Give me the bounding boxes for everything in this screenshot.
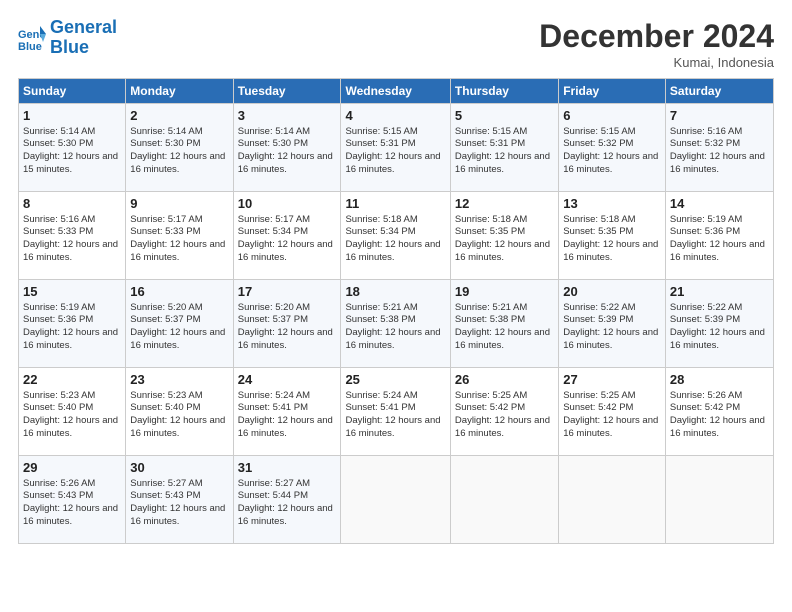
day-number: 11	[345, 195, 445, 213]
logo-text-line2: Blue	[50, 38, 117, 58]
day-cell: 2Sunrise: 5:14 AMSunset: 5:30 PMDaylight…	[126, 104, 233, 192]
day-cell: 6Sunrise: 5:15 AMSunset: 5:32 PMDaylight…	[559, 104, 666, 192]
day-number: 7	[670, 107, 769, 125]
day-number: 17	[238, 283, 337, 301]
day-number: 29	[23, 459, 121, 477]
day-number: 28	[670, 371, 769, 389]
week-row-1: 1Sunrise: 5:14 AMSunset: 5:30 PMDaylight…	[19, 104, 774, 192]
day-number: 9	[130, 195, 228, 213]
page: General Blue General Blue December 2024 …	[0, 0, 792, 612]
day-cell: 16Sunrise: 5:20 AMSunset: 5:37 PMDayligh…	[126, 280, 233, 368]
day-number: 30	[130, 459, 228, 477]
week-row-4: 22Sunrise: 5:23 AMSunset: 5:40 PMDayligh…	[19, 368, 774, 456]
day-cell: 22Sunrise: 5:23 AMSunset: 5:40 PMDayligh…	[19, 368, 126, 456]
day-cell: 5Sunrise: 5:15 AMSunset: 5:31 PMDaylight…	[450, 104, 558, 192]
header-cell-tuesday: Tuesday	[233, 79, 341, 104]
day-number: 27	[563, 371, 661, 389]
day-cell: 12Sunrise: 5:18 AMSunset: 5:35 PMDayligh…	[450, 192, 558, 280]
header-cell-wednesday: Wednesday	[341, 79, 450, 104]
day-cell: 29Sunrise: 5:26 AMSunset: 5:43 PMDayligh…	[19, 456, 126, 544]
day-number: 21	[670, 283, 769, 301]
day-number: 8	[23, 195, 121, 213]
location: Kumai, Indonesia	[539, 55, 774, 70]
day-cell: 3Sunrise: 5:14 AMSunset: 5:30 PMDaylight…	[233, 104, 341, 192]
day-cell	[450, 456, 558, 544]
header-cell-friday: Friday	[559, 79, 666, 104]
header-cell-sunday: Sunday	[19, 79, 126, 104]
day-number: 18	[345, 283, 445, 301]
day-cell: 27Sunrise: 5:25 AMSunset: 5:42 PMDayligh…	[559, 368, 666, 456]
day-number: 20	[563, 283, 661, 301]
calendar-body: 1Sunrise: 5:14 AMSunset: 5:30 PMDaylight…	[19, 104, 774, 544]
title-block: December 2024 Kumai, Indonesia	[539, 18, 774, 70]
day-number: 24	[238, 371, 337, 389]
header-cell-saturday: Saturday	[665, 79, 773, 104]
header-cell-monday: Monday	[126, 79, 233, 104]
day-cell	[665, 456, 773, 544]
day-number: 13	[563, 195, 661, 213]
day-number: 19	[455, 283, 554, 301]
week-row-5: 29Sunrise: 5:26 AMSunset: 5:43 PMDayligh…	[19, 456, 774, 544]
day-cell: 9Sunrise: 5:17 AMSunset: 5:33 PMDaylight…	[126, 192, 233, 280]
month-title: December 2024	[539, 18, 774, 55]
day-cell	[559, 456, 666, 544]
day-cell: 21Sunrise: 5:22 AMSunset: 5:39 PMDayligh…	[665, 280, 773, 368]
day-number: 26	[455, 371, 554, 389]
day-number: 22	[23, 371, 121, 389]
day-cell: 31Sunrise: 5:27 AMSunset: 5:44 PMDayligh…	[233, 456, 341, 544]
day-number: 5	[455, 107, 554, 125]
day-cell: 20Sunrise: 5:22 AMSunset: 5:39 PMDayligh…	[559, 280, 666, 368]
day-number: 23	[130, 371, 228, 389]
day-cell: 25Sunrise: 5:24 AMSunset: 5:41 PMDayligh…	[341, 368, 450, 456]
header-cell-thursday: Thursday	[450, 79, 558, 104]
logo-icon: General Blue	[18, 24, 46, 52]
day-number: 12	[455, 195, 554, 213]
day-cell	[341, 456, 450, 544]
day-cell: 1Sunrise: 5:14 AMSunset: 5:30 PMDaylight…	[19, 104, 126, 192]
day-cell: 13Sunrise: 5:18 AMSunset: 5:35 PMDayligh…	[559, 192, 666, 280]
day-cell: 8Sunrise: 5:16 AMSunset: 5:33 PMDaylight…	[19, 192, 126, 280]
day-number: 4	[345, 107, 445, 125]
day-cell: 26Sunrise: 5:25 AMSunset: 5:42 PMDayligh…	[450, 368, 558, 456]
day-cell: 7Sunrise: 5:16 AMSunset: 5:32 PMDaylight…	[665, 104, 773, 192]
day-cell: 18Sunrise: 5:21 AMSunset: 5:38 PMDayligh…	[341, 280, 450, 368]
day-number: 10	[238, 195, 337, 213]
day-cell: 17Sunrise: 5:20 AMSunset: 5:37 PMDayligh…	[233, 280, 341, 368]
day-cell: 10Sunrise: 5:17 AMSunset: 5:34 PMDayligh…	[233, 192, 341, 280]
day-number: 15	[23, 283, 121, 301]
day-number: 16	[130, 283, 228, 301]
day-cell: 24Sunrise: 5:24 AMSunset: 5:41 PMDayligh…	[233, 368, 341, 456]
day-cell: 4Sunrise: 5:15 AMSunset: 5:31 PMDaylight…	[341, 104, 450, 192]
day-number: 3	[238, 107, 337, 125]
day-number: 6	[563, 107, 661, 125]
day-cell: 23Sunrise: 5:23 AMSunset: 5:40 PMDayligh…	[126, 368, 233, 456]
day-number: 14	[670, 195, 769, 213]
day-cell: 19Sunrise: 5:21 AMSunset: 5:38 PMDayligh…	[450, 280, 558, 368]
day-number: 2	[130, 107, 228, 125]
week-row-3: 15Sunrise: 5:19 AMSunset: 5:36 PMDayligh…	[19, 280, 774, 368]
day-number: 25	[345, 371, 445, 389]
calendar-table: SundayMondayTuesdayWednesdayThursdayFrid…	[18, 78, 774, 544]
day-cell: 14Sunrise: 5:19 AMSunset: 5:36 PMDayligh…	[665, 192, 773, 280]
svg-text:Blue: Blue	[18, 41, 42, 52]
day-number: 1	[23, 107, 121, 125]
day-cell: 28Sunrise: 5:26 AMSunset: 5:42 PMDayligh…	[665, 368, 773, 456]
header: General Blue General Blue December 2024 …	[18, 18, 774, 70]
header-row: SundayMondayTuesdayWednesdayThursdayFrid…	[19, 79, 774, 104]
day-cell: 15Sunrise: 5:19 AMSunset: 5:36 PMDayligh…	[19, 280, 126, 368]
day-number: 31	[238, 459, 337, 477]
logo-text-line1: General	[50, 18, 117, 38]
day-cell: 30Sunrise: 5:27 AMSunset: 5:43 PMDayligh…	[126, 456, 233, 544]
logo: General Blue General Blue	[18, 18, 117, 58]
day-cell: 11Sunrise: 5:18 AMSunset: 5:34 PMDayligh…	[341, 192, 450, 280]
week-row-2: 8Sunrise: 5:16 AMSunset: 5:33 PMDaylight…	[19, 192, 774, 280]
calendar-header: SundayMondayTuesdayWednesdayThursdayFrid…	[19, 79, 774, 104]
